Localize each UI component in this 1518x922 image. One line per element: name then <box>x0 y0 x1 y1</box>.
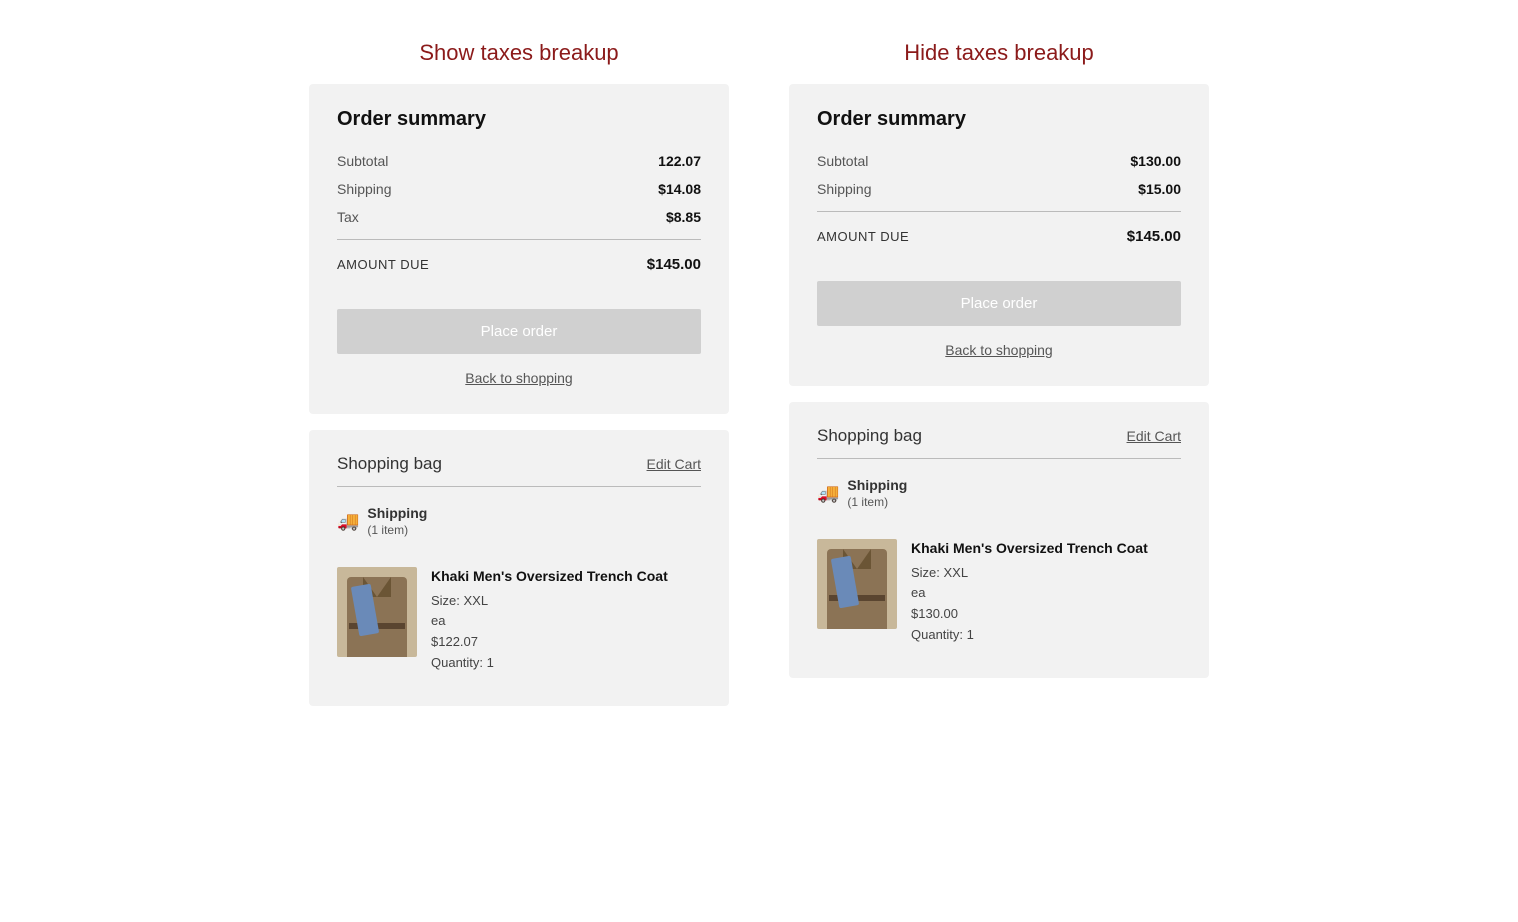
right-amount-due-row: AMOUNT DUE $145.00 <box>817 220 1181 253</box>
right-subtotal-value: $130.00 <box>1130 153 1181 169</box>
right-shipping-label-text: Shipping <box>847 477 907 493</box>
right-order-summary-card: Order summary Subtotal $130.00 Shipping … <box>789 84 1209 386</box>
left-product-price: $122.07 <box>431 634 478 649</box>
left-shipping-info-row: 🚚 Shipping (1 item) <box>337 495 701 547</box>
left-order-summary-heading: Order summary <box>337 108 701 131</box>
left-truck-icon: 🚚 <box>337 511 359 532</box>
right-edit-cart-link[interactable]: Edit Cart <box>1127 428 1181 444</box>
left-amount-due-row: AMOUNT DUE $145.00 <box>337 248 701 281</box>
left-shopping-bag-header: Shopping bag Edit Cart <box>337 454 701 474</box>
right-amount-due-value: $145.00 <box>1127 228 1181 245</box>
right-order-summary-heading: Order summary <box>817 108 1181 131</box>
left-place-order-button[interactable]: Place order <box>337 309 701 354</box>
right-bag-divider <box>817 458 1181 459</box>
right-truck-icon: 🚚 <box>817 483 839 504</box>
left-product-name: Khaki Men's Oversized Trench Coat <box>431 567 701 587</box>
right-column: Hide taxes breakup Order summary Subtota… <box>789 40 1209 882</box>
left-subtotal-value: 122.07 <box>658 153 701 169</box>
left-tax-value: $8.85 <box>666 209 701 225</box>
left-shopping-bag-card: Shopping bag Edit Cart 🚚 Shipping (1 ite… <box>309 430 729 706</box>
left-product-image <box>337 567 417 657</box>
left-shipping-items-text: (1 item) <box>367 523 408 537</box>
right-shopping-bag-title: Shopping bag <box>817 426 922 446</box>
right-place-order-button[interactable]: Place order <box>817 281 1181 326</box>
left-column: Show taxes breakup Order summary Subtota… <box>309 40 729 882</box>
left-subtotal-label: Subtotal <box>337 153 388 169</box>
right-shipping-row: Shipping $15.00 <box>817 175 1181 203</box>
right-shopping-bag-card: Shopping bag Edit Cart 🚚 Shipping (1 ite… <box>789 402 1209 678</box>
left-bag-divider <box>337 486 701 487</box>
left-product-size: Size: XXL <box>431 593 488 608</box>
left-product-details: Khaki Men's Oversized Trench Coat Size: … <box>431 567 701 674</box>
right-shipping-info-row: 🚚 Shipping (1 item) <box>817 467 1181 519</box>
left-amount-due-label: AMOUNT DUE <box>337 257 429 272</box>
left-shipping-value: $14.08 <box>658 181 701 197</box>
left-product-unit: ea <box>431 613 445 628</box>
left-shipping-label-text: Shipping <box>367 505 427 521</box>
right-product-quantity: Quantity: 1 <box>911 627 974 642</box>
right-shipping-label: Shipping <box>817 181 872 197</box>
left-product-row: Khaki Men's Oversized Trench Coat Size: … <box>337 559 701 682</box>
page-wrapper: Show taxes breakup Order summary Subtota… <box>159 40 1359 882</box>
left-shopping-bag-title: Shopping bag <box>337 454 442 474</box>
right-product-unit: ea <box>911 585 925 600</box>
right-back-to-shopping-link[interactable]: Back to shopping <box>817 342 1181 358</box>
right-divider <box>817 211 1181 212</box>
left-edit-cart-link[interactable]: Edit Cart <box>647 456 701 472</box>
right-shopping-bag-header: Shopping bag Edit Cart <box>817 426 1181 446</box>
left-product-meta: Size: XXL ea $122.07 Quantity: 1 <box>431 591 701 674</box>
right-product-row: Khaki Men's Oversized Trench Coat Size: … <box>817 531 1181 654</box>
right-shipping-items-text: (1 item) <box>847 495 888 509</box>
left-tax-label: Tax <box>337 209 359 225</box>
right-product-meta: Size: XXL ea $130.00 Quantity: 1 <box>911 563 1181 646</box>
left-shipping-label: Shipping <box>337 181 392 197</box>
left-product-quantity: Quantity: 1 <box>431 655 494 670</box>
left-shipping-text: Shipping (1 item) <box>367 505 427 537</box>
left-order-summary-card: Order summary Subtotal 122.07 Shipping $… <box>309 84 729 414</box>
left-shipping-row: Shipping $14.08 <box>337 175 701 203</box>
right-amount-due-label: AMOUNT DUE <box>817 229 909 244</box>
right-product-name: Khaki Men's Oversized Trench Coat <box>911 539 1181 559</box>
left-subtotal-row: Subtotal 122.07 <box>337 147 701 175</box>
right-subtotal-row: Subtotal $130.00 <box>817 147 1181 175</box>
right-product-details: Khaki Men's Oversized Trench Coat Size: … <box>911 539 1181 646</box>
right-product-price: $130.00 <box>911 606 958 621</box>
right-column-title: Hide taxes breakup <box>904 40 1094 66</box>
right-product-size: Size: XXL <box>911 565 968 580</box>
left-back-to-shopping-link[interactable]: Back to shopping <box>337 370 701 386</box>
right-subtotal-label: Subtotal <box>817 153 868 169</box>
left-amount-due-value: $145.00 <box>647 256 701 273</box>
left-tax-row: Tax $8.85 <box>337 203 701 231</box>
right-product-image <box>817 539 897 629</box>
left-column-title: Show taxes breakup <box>419 40 618 66</box>
right-shipping-value: $15.00 <box>1138 181 1181 197</box>
right-shipping-text: Shipping (1 item) <box>847 477 907 509</box>
left-divider <box>337 239 701 240</box>
